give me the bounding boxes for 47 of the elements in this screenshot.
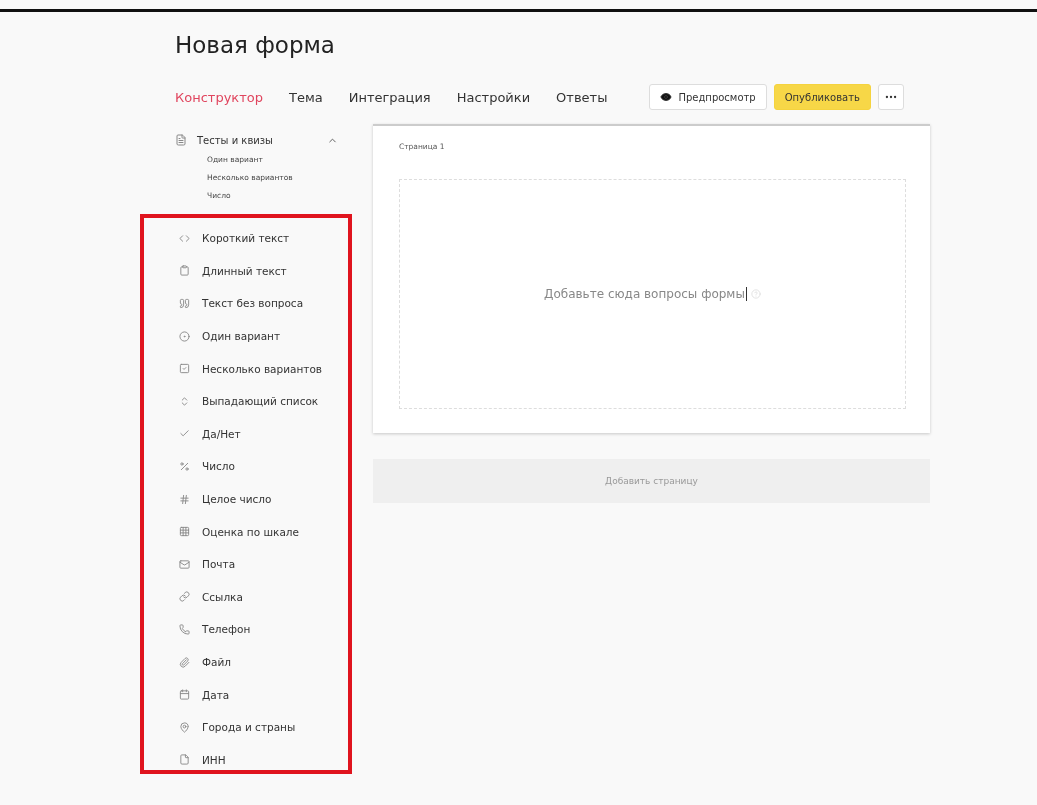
field-type-item[interactable]: Да/Нет (202, 427, 241, 440)
field-type-item[interactable]: Оценка по шкале (202, 525, 300, 538)
tab[interactable]: Тема (289, 89, 323, 105)
phone-icon (179, 623, 190, 635)
publish-button[interactable]: Опубликовать (773, 84, 871, 110)
field-type-item[interactable]: Города и страны (202, 721, 296, 734)
field-type-item[interactable]: Почта (202, 558, 236, 571)
field-type-item[interactable]: Короткий текст (202, 232, 290, 245)
link-icon (179, 591, 190, 603)
field-type-item[interactable]: ИНН (202, 753, 226, 766)
pin-icon (179, 721, 190, 733)
tab[interactable]: Интеграция (348, 89, 431, 105)
percent-icon (179, 460, 190, 472)
drop-zone-hint: Добавьте сюда вопросы формы (544, 287, 747, 301)
field-type-item[interactable]: Несколько вариантов (202, 362, 323, 375)
field-type-item[interactable]: Выпадающий список (202, 395, 319, 408)
up-down-icon (179, 395, 190, 407)
tab[interactable]: Настройки (456, 89, 531, 105)
radio-icon (179, 330, 190, 342)
field-type-item[interactable]: Число (202, 460, 235, 473)
field-type-item[interactable]: Ссылка (202, 590, 243, 603)
eye-icon (660, 91, 673, 103)
quote-icon (179, 298, 190, 309)
tab[interactable]: Конструктор (175, 89, 263, 105)
field-type-item[interactable]: Дата (202, 688, 230, 701)
calendar-icon (179, 689, 190, 701)
document-icon (175, 134, 187, 146)
field-type-item[interactable]: Длинный текст (202, 264, 287, 277)
drop-zone[interactable]: Добавьте сюда вопросы формы (399, 179, 906, 409)
more-button[interactable] (878, 84, 904, 110)
field-type-item[interactable]: Один вариант (202, 330, 281, 343)
hash-icon (179, 493, 190, 505)
form-title: Новая форма (175, 32, 336, 58)
paperclip-icon (179, 656, 190, 668)
mail-icon (179, 558, 190, 570)
preview-button[interactable]: Предпросмотр (649, 84, 767, 110)
clipboard-icon (179, 265, 190, 277)
file-icon (179, 754, 190, 766)
tab[interactable]: Ответы (556, 89, 608, 105)
field-type-item[interactable]: Телефон (202, 623, 251, 636)
group-label[interactable]: Тесты и квизы (197, 134, 317, 146)
field-type-item[interactable]: Файл (202, 656, 231, 668)
checkbox-icon (179, 363, 190, 375)
field-type-item[interactable]: Текст без вопроса (202, 297, 304, 310)
grid-icon (179, 526, 190, 538)
code-icon (179, 232, 190, 244)
field-type-item[interactable]: Целое число (202, 493, 272, 506)
